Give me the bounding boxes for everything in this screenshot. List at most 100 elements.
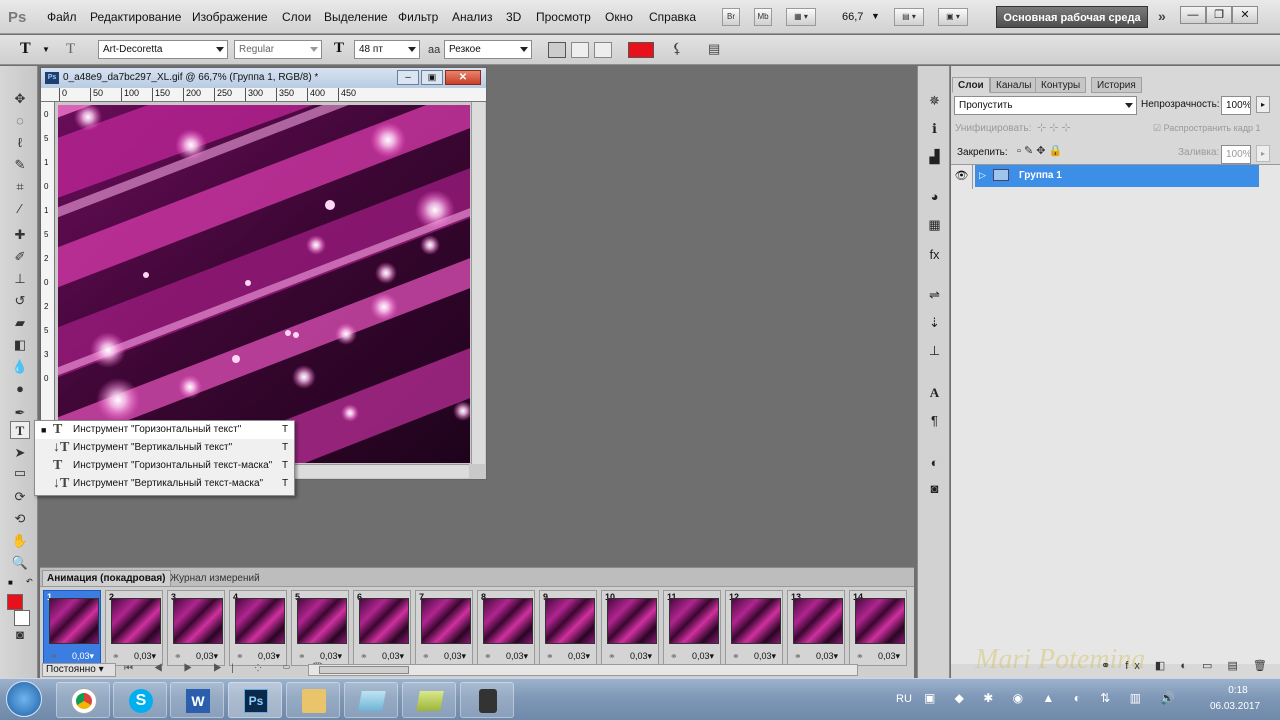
align-left-button[interactable] — [548, 42, 566, 58]
start-button[interactable] — [6, 681, 42, 717]
foreground-color-swatch[interactable] — [7, 594, 23, 610]
pen-tool-icon[interactable]: ✒ — [10, 404, 30, 422]
history-brush-tool-icon[interactable]: ↺ — [10, 292, 30, 310]
eyedropper-tool-icon[interactable]: ⁄ — [10, 200, 30, 218]
move-tool-icon[interactable]: ✥ — [10, 90, 30, 108]
expand-icon[interactable]: » — [1158, 8, 1166, 24]
frame-delay[interactable]: 0,03▾ — [630, 651, 652, 662]
lasso-tool-icon[interactable]: ℓ — [10, 134, 30, 152]
animation-frame[interactable]: 4 ⚭ 0,03▾ — [229, 590, 287, 666]
font-style-select[interactable]: Regular — [234, 40, 322, 59]
minibridge-button[interactable]: Mb — [754, 8, 772, 26]
animation-frame[interactable]: 13 ⚭ 0,03▾ — [787, 590, 845, 666]
type-tool-icon[interactable]: T — [10, 421, 30, 439]
shape-tool-icon[interactable]: ▭ — [10, 464, 30, 482]
character-icon[interactable]: A — [925, 384, 944, 402]
minimize-button[interactable]: — — [1180, 6, 1206, 24]
frame-delay[interactable]: 0,03▾ — [196, 651, 218, 662]
frame-delay[interactable]: 0,03▾ — [568, 651, 590, 662]
view-extras-button[interactable]: ▦ ▾ — [786, 8, 816, 26]
fill-slider-button[interactable]: ▸ — [1256, 145, 1270, 162]
eraser-tool-icon[interactable]: ▰ — [10, 314, 30, 332]
histogram-icon[interactable]: ▟ — [925, 148, 944, 166]
frame-delay[interactable]: 0,03▾ — [754, 651, 776, 662]
zoom-level[interactable]: 66,7 — [842, 11, 863, 23]
bridge-button[interactable]: Br — [722, 8, 740, 26]
menu-item-9[interactable]: Окно — [605, 10, 633, 24]
align-center-button[interactable] — [571, 42, 589, 58]
opacity-input[interactable]: 100% — [1221, 96, 1251, 115]
paragraph-icon[interactable]: ¶ — [925, 412, 944, 430]
frame-delay[interactable]: 0,03▾ — [258, 651, 280, 662]
text-tool-preset-icon[interactable]: T — [20, 40, 31, 58]
doc-minimize-button[interactable]: – — [397, 70, 419, 85]
layer-panel-footer-icons[interactable]: ⚭ fx ◧ ◐ ▭ ▤ 🗑 — [1101, 659, 1273, 672]
font-family-select[interactable]: Art-Decoretta — [98, 40, 228, 59]
frames-scroll-thumb[interactable] — [319, 666, 409, 674]
propagate-checkbox[interactable]: ☑ Распространить кадр 1 — [1153, 123, 1261, 134]
animation-frame[interactable]: 12 ⚭ 0,03▾ — [725, 590, 783, 666]
frame-delay[interactable]: 0,03▾ — [816, 651, 838, 662]
arrange-documents-button[interactable]: ▤ ▾ — [894, 8, 924, 26]
doc-maximize-button[interactable]: ▣ — [421, 70, 443, 85]
frame-delay[interactable]: 0,03▾ — [72, 651, 94, 662]
layers-tab-0[interactable]: Слои — [952, 77, 990, 93]
app-taskbar-icon-1[interactable] — [344, 682, 398, 718]
restore-button[interactable]: ❐ — [1206, 6, 1232, 24]
animation-frame[interactable]: 3 ⚭ 0,03▾ — [167, 590, 225, 666]
dodge-tool-icon[interactable]: ● — [10, 380, 30, 398]
frame-delay[interactable]: 0,03▾ — [320, 651, 342, 662]
camera-3d-icon[interactable]: ◙ — [925, 480, 944, 498]
background-color-swatch[interactable] — [14, 610, 30, 626]
tool-presets-icon[interactable]: ◐ — [925, 454, 944, 472]
animation-frame[interactable]: 11 ⚭ 0,03▾ — [663, 590, 721, 666]
flyout-item-0[interactable]: ■ T Инструмент "Горизонтальный текст" T — [35, 421, 294, 439]
tab-animation[interactable]: Анимация (покадровая) — [42, 570, 171, 586]
animation-frame[interactable]: 8 ⚭ 0,03▾ — [477, 590, 535, 666]
language-indicator[interactable]: RU — [896, 693, 912, 705]
menu-item-7[interactable]: 3D — [506, 10, 521, 24]
app-taskbar-icon-3[interactable] — [460, 682, 514, 718]
menu-item-4[interactable]: Выделение — [324, 10, 388, 24]
animation-frame[interactable]: 2 ⚭ 0,03▾ — [105, 590, 163, 666]
healing-brush-tool-icon[interactable]: ✚ — [10, 226, 30, 244]
image-canvas[interactable] — [58, 105, 470, 463]
3d-orbit-tool-icon[interactable]: ⟲ — [10, 510, 30, 528]
character-panel-icon[interactable]: ▤ — [708, 41, 720, 57]
quick-selection-tool-icon[interactable]: ✎ — [10, 156, 30, 174]
document-title-bar[interactable]: Ps 0_a48e9_da7bc297_XL.gif @ 66,7% (Груп… — [41, 68, 486, 88]
swatches-icon[interactable]: ▦ — [925, 216, 944, 234]
layer-row-group[interactable]: ▷ Группа 1 — [975, 165, 1259, 187]
visibility-eye-icon[interactable]: 👁 — [951, 165, 973, 189]
text-color-swatch[interactable] — [628, 42, 654, 58]
fill-input[interactable]: 100% — [1221, 145, 1251, 164]
menu-item-5[interactable]: Фильтр — [398, 10, 438, 24]
preset-dropdown-icon[interactable]: ▼ — [42, 45, 50, 54]
layers-tab-2[interactable]: Контуры — [1035, 77, 1087, 93]
quick-mask-icon[interactable]: ◙ — [10, 626, 30, 644]
frame-delay[interactable]: 0,03▾ — [692, 651, 714, 662]
gradient-tool-icon[interactable]: ◧ — [10, 336, 30, 354]
playback-controls[interactable]: ⏮ ◀ ▶ ▶| ⁘ ▭ 🗑 — [124, 663, 333, 674]
word-taskbar-icon[interactable]: W — [170, 682, 224, 718]
opacity-slider-button[interactable]: ▸ — [1256, 96, 1270, 113]
font-size-select[interactable]: 48 пт — [354, 40, 420, 59]
3d-rotate-tool-icon[interactable]: ⟳ — [10, 488, 30, 506]
clone-source-icon[interactable]: ⊥ — [925, 342, 944, 360]
crop-tool-icon[interactable]: ⌗ — [10, 178, 30, 196]
loop-select[interactable]: Постоянно ▾ — [42, 663, 116, 677]
info-icon[interactable]: ℹ — [925, 120, 944, 138]
menu-item-6[interactable]: Анализ — [452, 10, 493, 24]
zoom-tool-icon[interactable]: 🔍 — [10, 554, 30, 572]
hand-tool-icon[interactable]: ✋ — [10, 532, 30, 550]
tab-measurement-log[interactable]: Журнал измерений — [166, 571, 264, 586]
zoom-dropdown-icon[interactable]: ▼ — [871, 11, 880, 21]
chrome-taskbar-icon[interactable] — [56, 682, 110, 718]
photoshop-taskbar-icon[interactable]: Ps — [228, 682, 282, 718]
frame-delay[interactable]: 0,03▾ — [134, 651, 156, 662]
layers-tab-1[interactable]: Каналы — [990, 77, 1038, 93]
path-selection-tool-icon[interactable]: ➤ — [10, 444, 30, 462]
default-colors-icon[interactable]: ■ — [8, 578, 13, 587]
close-button[interactable]: ✕ — [1232, 6, 1258, 24]
menu-item-8[interactable]: Просмотр — [536, 10, 591, 24]
